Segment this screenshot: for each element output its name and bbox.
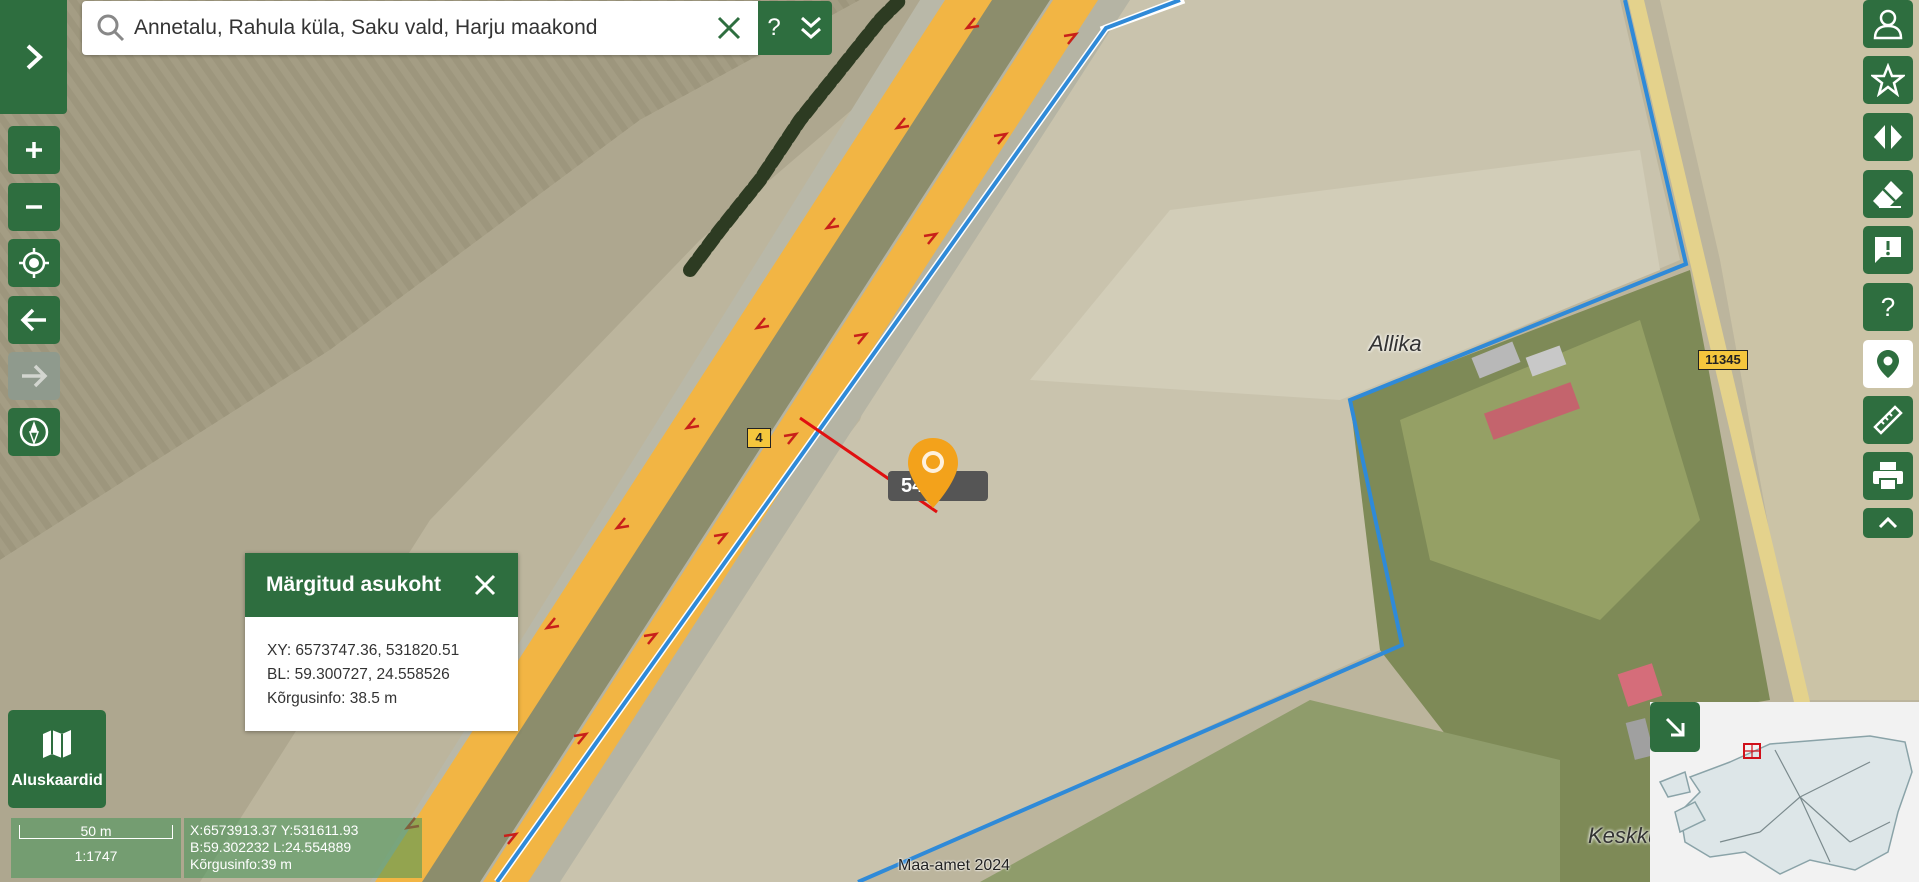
ruler-icon: [1873, 405, 1903, 435]
favorites-button[interactable]: [1863, 56, 1913, 104]
close-icon[interactable]: [474, 574, 496, 596]
measure-button[interactable]: [1863, 396, 1913, 444]
locate-button[interactable]: [8, 239, 60, 287]
marker-tool-button[interactable]: [1863, 340, 1913, 388]
map-attribution: Maa-amet 2024: [898, 857, 1011, 874]
star-icon: [1871, 63, 1905, 97]
help-button[interactable]: ?: [1863, 283, 1913, 331]
feedback-button[interactable]: [1863, 226, 1913, 274]
print-button[interactable]: [1863, 452, 1913, 500]
place-label-allika: Allika: [1369, 331, 1422, 356]
printer-icon: [1873, 462, 1903, 491]
crosshair-icon: [19, 248, 49, 278]
cursor-coordinates: X:6573913.37 Y:531611.93 B:59.302232 L:2…: [184, 818, 422, 878]
clear-search-icon[interactable]: [716, 15, 742, 41]
road-number-4: 4: [747, 428, 771, 448]
cursor-bl: B:59.302232 L:24.554889: [190, 839, 352, 855]
search-expand-button[interactable]: [790, 1, 832, 55]
location-pin-icon[interactable]: [905, 436, 961, 512]
location-pin-icon: [1877, 350, 1899, 378]
account-button[interactable]: [1863, 0, 1913, 48]
sidebar-toggle-button[interactable]: [0, 0, 67, 114]
user-icon: [1873, 9, 1903, 40]
zoom-out-button[interactable]: [8, 183, 60, 231]
search-bar: [82, 1, 758, 55]
road-number-11345: 11345: [1698, 350, 1748, 370]
eraser-icon: [1873, 181, 1903, 208]
minimap-toggle-button[interactable]: [1650, 702, 1700, 752]
minus-icon: [26, 205, 42, 209]
feedback-icon: [1875, 237, 1901, 263]
popup-title: Märgitud asukoht: [266, 573, 442, 596]
chevron-right-icon: [26, 44, 43, 70]
compass-button[interactable]: [8, 408, 60, 456]
chevron-up-icon: [1878, 516, 1898, 529]
popup-elevation: Kõrgusinfo: 38.5 m: [267, 690, 398, 707]
search-input[interactable]: [132, 15, 696, 41]
marked-location-popup: Märgitud asukoht XY: 6573747.36, 531820.…: [245, 553, 518, 731]
search-help-button[interactable]: ?: [758, 1, 790, 55]
double-chevron-down-icon: [801, 16, 821, 40]
zoom-in-button[interactable]: [8, 126, 60, 174]
popup-xy: XY: 6573747.36, 531820.51: [267, 642, 460, 659]
plus-icon: [26, 142, 42, 158]
back-button[interactable]: [8, 296, 60, 344]
compare-button[interactable]: [1863, 113, 1913, 161]
basemaps-button[interactable]: Aluskaardid: [8, 710, 106, 808]
help-label: ?: [767, 14, 781, 41]
map-icon: [43, 730, 71, 758]
arrow-left-icon: [20, 308, 46, 332]
cursor-elevation: Kõrgusinfo:39 m: [190, 856, 292, 872]
popup-body: XY: 6573747.36, 531820.51 BL: 59.300727,…: [245, 617, 518, 711]
help-icon: ?: [1880, 291, 1896, 322]
split-arrows-icon: [1874, 125, 1902, 149]
arrow-right-icon: [22, 364, 48, 388]
map-canvas[interactable]: 4 11345 Allika Keskküla 54 m: [0, 0, 1919, 882]
collapse-toolbar-button[interactable]: [1863, 508, 1913, 538]
popup-header: Märgitud asukoht: [245, 553, 518, 617]
scale-ratio: 1:1747: [74, 848, 118, 864]
compass-icon: [19, 417, 49, 447]
scale-bar: 50 m 1:1747: [11, 818, 181, 878]
cursor-xy: X:6573913.37 Y:531611.93: [190, 822, 359, 838]
clear-button[interactable]: [1863, 170, 1913, 218]
basemaps-label: Aluskaardid: [11, 772, 103, 789]
forward-button[interactable]: [8, 352, 60, 400]
scale-distance: 50 m: [19, 824, 173, 839]
arrow-down-right-icon: [1665, 717, 1685, 737]
popup-bl: BL: 59.300727, 24.558526: [267, 666, 450, 683]
search-icon: [97, 14, 125, 42]
